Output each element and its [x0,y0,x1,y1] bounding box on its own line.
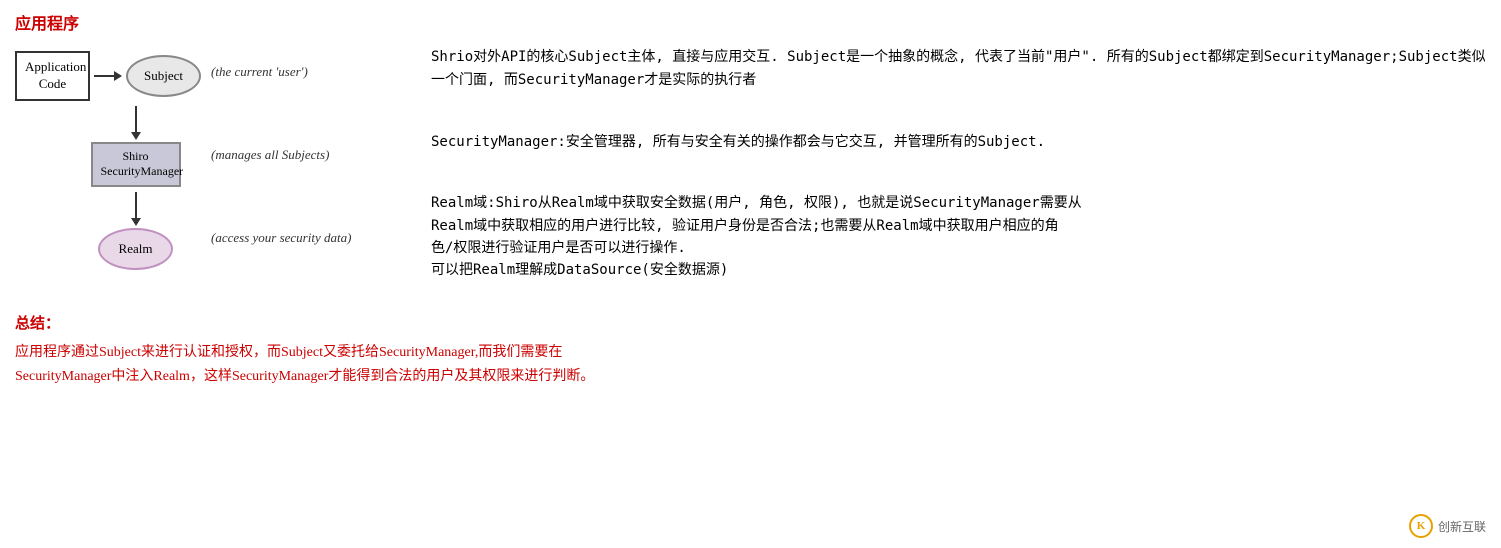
subject-description: Shrio对外API的核心Subject主体, 直接与应用交互. Subject… [431,46,1486,93]
realm-desc-line1: Realm域:Shiro从Realm域中获取安全数据(用户, 角色, 权限), … [431,192,1486,214]
realm-description: Realm域:Shiro从Realm域中获取安全数据(用户, 角色, 权限), … [431,192,1486,282]
security-description: SecurityManager:安全管理器, 所有与安全有关的操作都会与它交互,… [431,131,1486,154]
app-code-label: ApplicationCode [25,59,86,91]
watermark-icon: K [1409,514,1433,538]
arrow-down-security [135,192,137,220]
descriptions-column: Shrio对外API的核心Subject主体, 直接与应用交互. Subject… [411,46,1486,292]
diagram-area: ApplicationCode Subject ShiroSecurityMan… [15,51,201,270]
realm-label: Realm [119,241,153,257]
summary-section: 总结： 应用程序通过Subject来进行认证和授权，而Subject又委托给Se… [15,312,1486,389]
arrow-line-horizontal [94,75,114,77]
security-desc-text: SecurityManager:安全管理器, 所有与安全有关的操作都会与它交互,… [431,134,1045,150]
realm-desc-line2: Realm域中获取相应的用户进行比较, 验证用户身份是否合法;也需要从Realm… [431,215,1486,237]
security-annotation: (manages all Subjects) [211,147,329,163]
subject-ellipse: Subject [126,55,201,97]
subject-annotation: (the current 'user') [211,64,308,80]
subject-desc-text: Shrio对外API的核心Subject主体, 直接与应用交互. Subject… [431,49,1486,88]
watermark-text: 创新互联 [1438,518,1486,535]
security-manager-label: ShiroSecurityManager [101,149,184,179]
labels-column: (the current 'user') (manages all Subjec… [211,51,411,259]
watermark: K 创新互联 [1409,514,1486,538]
arrowhead-right [114,71,122,81]
summary-title: 总结： [15,312,1486,333]
realm-desc-line4: 可以把Realm理解成DataSource(安全数据源) [431,259,1486,281]
security-manager-box: ShiroSecurityManager [91,142,181,187]
subject-label: Subject [144,68,183,84]
summary-text: 应用程序通过Subject来进行认证和授权，而Subject又委托给Securi… [15,341,1486,389]
app-code-box: ApplicationCode [15,51,90,101]
arrow-down-subject [135,106,137,134]
realm-desc-line3: 色/权限进行验证用户是否可以进行操作. [431,237,1486,259]
page-title: 应用程序 [15,10,1486,34]
realm-ellipse: Realm [98,228,173,270]
realm-annotation: (access your security data) [211,230,351,246]
